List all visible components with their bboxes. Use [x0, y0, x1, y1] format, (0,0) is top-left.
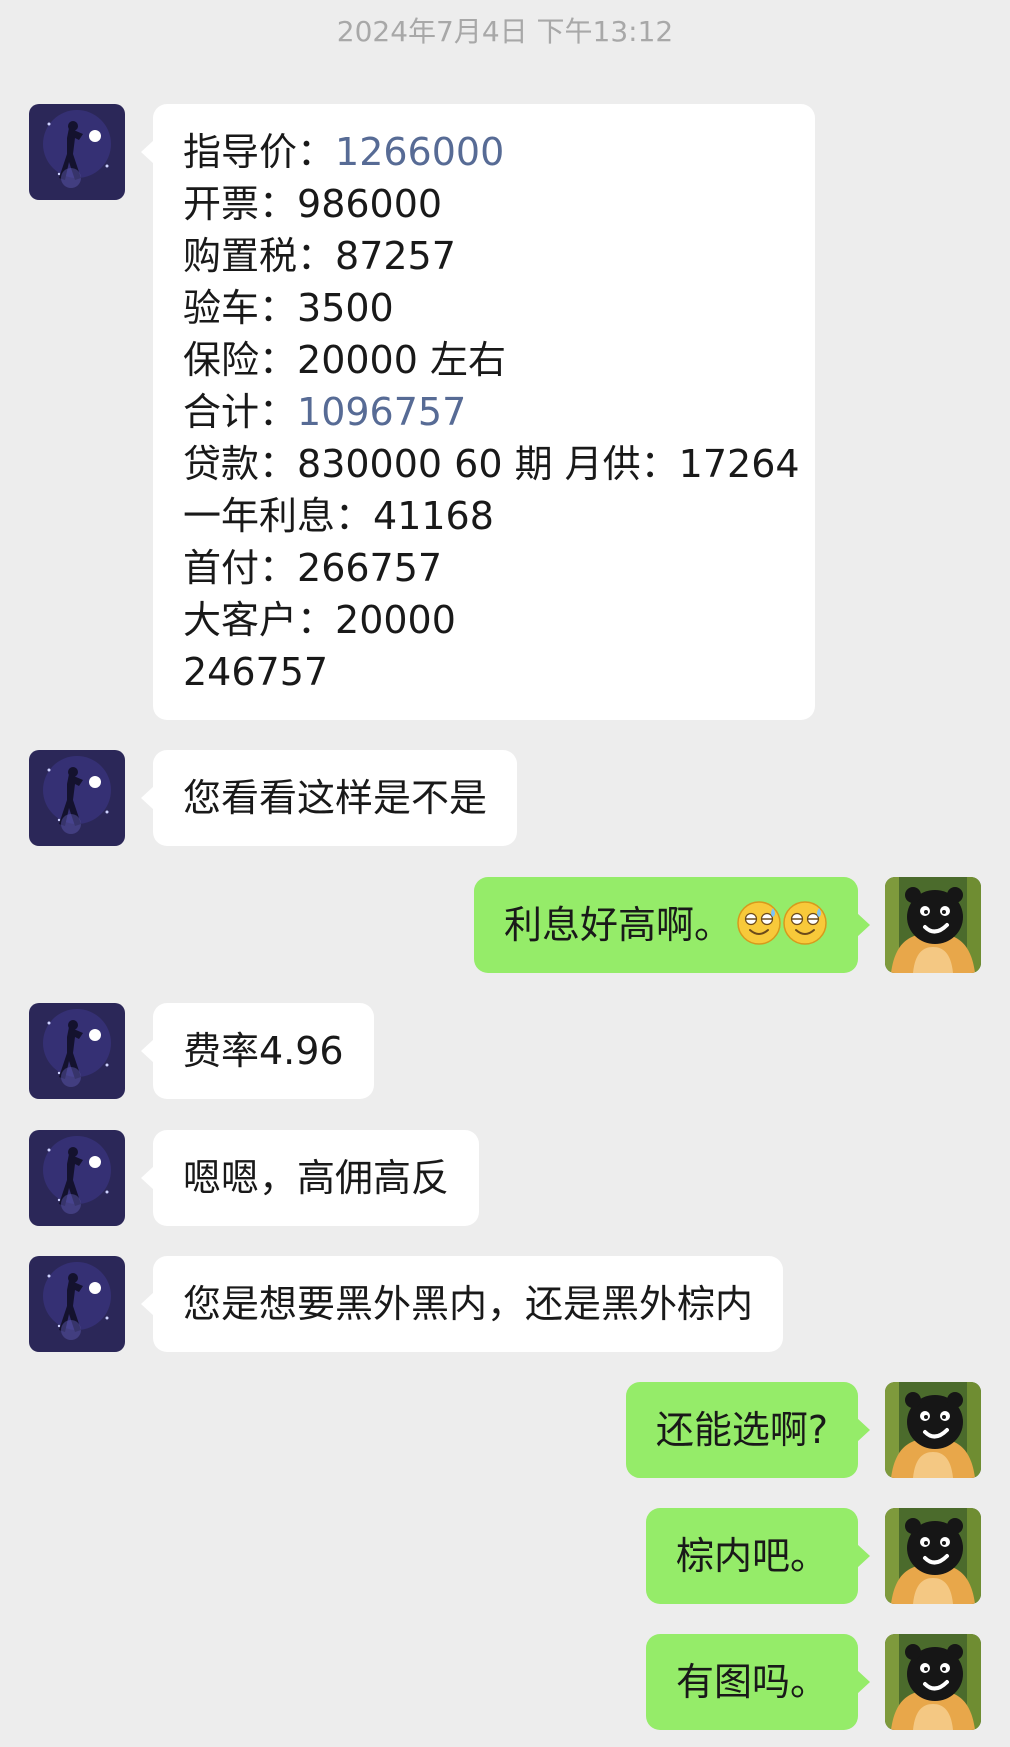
price-line-annual-interest: 一年利息：41168 — [183, 494, 494, 538]
price-line-guide: 指导价：1266000 — [183, 130, 505, 174]
message-text: 费率4.96 — [183, 1029, 344, 1073]
contact-avatar-icon[interactable] — [29, 104, 125, 200]
price-line-purchase-tax: 购置税：87257 — [183, 234, 456, 278]
my-avatar-icon[interactable] — [885, 1382, 981, 1478]
contact-avatar-icon[interactable] — [29, 1130, 125, 1226]
price-line-down-payment: 首付：266757 — [183, 546, 443, 590]
price-line-major-client: 大客户：20000 — [183, 598, 456, 642]
message-text: 有图吗。 — [675, 1660, 828, 1704]
chat-timestamp: 2024年7月4日 下午13:12 — [336, 15, 674, 48]
message-bubble[interactable]: 您是想要黑外黑内，还是黑外棕内 — [140, 1256, 784, 1352]
message-bubble-outgoing[interactable]: 利息好高啊。 — [473, 877, 871, 973]
my-avatar-icon[interactable] — [885, 1634, 981, 1730]
contact-avatar-icon[interactable] — [29, 1003, 125, 1099]
my-avatar-icon[interactable] — [885, 877, 981, 973]
total-link[interactable]: 1096757 — [297, 390, 466, 434]
message-text: 棕内吧。 — [675, 1534, 828, 1578]
message-text: 您是想要黑外黑内，还是黑外棕内 — [183, 1282, 754, 1326]
message-bubble[interactable]: 嗯嗯，高佣高反 — [140, 1130, 480, 1226]
guide-price-link[interactable]: 1266000 — [335, 130, 504, 174]
message-text: 嗯嗯，高佣高反 — [183, 1156, 450, 1200]
price-line-final: 246757 — [183, 650, 329, 694]
message-bubble-price-breakdown[interactable]: 指导价：1266000 开票：986000 购置税：87257 验车：3500 … — [141, 104, 815, 720]
price-line-insurance: 保险：20000 左右 — [183, 338, 506, 382]
grinning-sweat-emoji-icon — [736, 900, 828, 959]
message-bubble[interactable]: 费率4.96 — [141, 1003, 374, 1099]
message-text: 您看看这样是不是 — [183, 776, 488, 820]
message-text: 还能选啊? — [655, 1408, 828, 1452]
contact-avatar-icon[interactable] — [29, 750, 125, 846]
message-bubble-outgoing[interactable]: 棕内吧。 — [645, 1508, 871, 1604]
message-bubble[interactable]: 您看看这样是不是 — [140, 750, 518, 846]
my-avatar-icon[interactable] — [885, 1508, 981, 1604]
message-text: 利息好高啊。 — [503, 903, 732, 947]
contact-avatar-icon[interactable] — [29, 1256, 125, 1352]
message-bubble-outgoing[interactable]: 有图吗。 — [645, 1634, 871, 1730]
message-bubble-outgoing[interactable]: 还能选啊? — [625, 1382, 871, 1478]
price-line-invoice: 开票：986000 — [183, 182, 443, 226]
price-line-inspection: 验车：3500 — [183, 286, 394, 330]
price-line-loan: 贷款：830000 60 期 月供：17264 — [183, 442, 800, 486]
price-line-total: 合计：1096757 — [183, 390, 467, 434]
